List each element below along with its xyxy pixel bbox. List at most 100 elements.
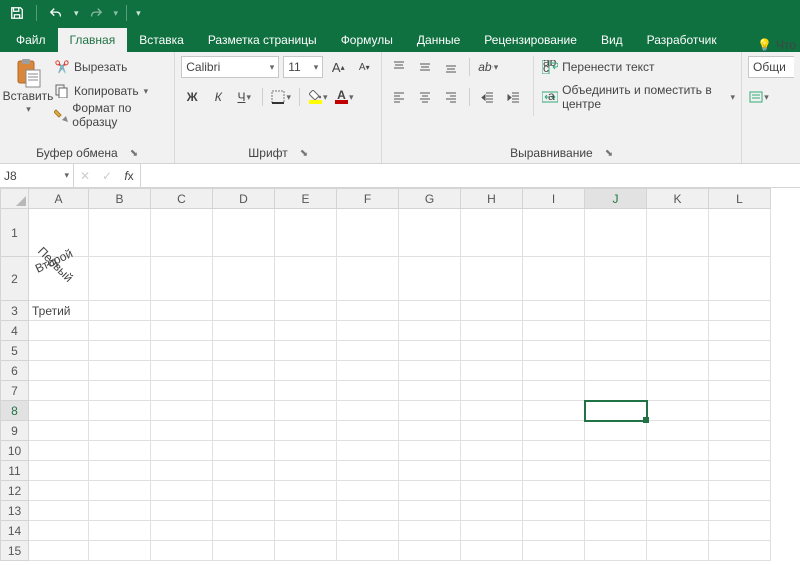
cell[interactable] <box>29 321 89 341</box>
cell[interactable] <box>275 257 337 301</box>
cell[interactable] <box>151 401 213 421</box>
column-header[interactable]: E <box>275 189 337 209</box>
cell[interactable] <box>275 301 337 321</box>
cell[interactable] <box>647 441 709 461</box>
cell[interactable] <box>275 501 337 521</box>
tell-me-label[interactable]: Что <box>776 38 796 52</box>
align-middle-button[interactable] <box>414 56 436 78</box>
number-format-select[interactable]: Общи <box>748 56 794 78</box>
cell[interactable] <box>89 461 151 481</box>
cell[interactable] <box>523 481 585 501</box>
cell[interactable] <box>275 361 337 381</box>
cell[interactable] <box>213 541 275 561</box>
column-header[interactable]: L <box>709 189 771 209</box>
cell[interactable] <box>151 381 213 401</box>
cell[interactable] <box>399 301 461 321</box>
cell[interactable] <box>523 461 585 481</box>
cell[interactable] <box>337 481 399 501</box>
cell[interactable] <box>709 501 771 521</box>
decrease-indent-button[interactable] <box>477 86 499 108</box>
borders-button[interactable]: ▾ <box>270 86 292 108</box>
cell[interactable] <box>709 421 771 441</box>
cell[interactable] <box>337 521 399 541</box>
cell[interactable] <box>461 461 523 481</box>
cell[interactable] <box>89 361 151 381</box>
cell[interactable] <box>29 341 89 361</box>
cell[interactable] <box>585 341 647 361</box>
shrink-font-button[interactable]: A▾ <box>353 56 375 78</box>
cell[interactable] <box>523 541 585 561</box>
increase-indent-button[interactable] <box>503 86 525 108</box>
cell[interactable] <box>275 521 337 541</box>
cell[interactable] <box>709 341 771 361</box>
align-right-button[interactable] <box>440 86 462 108</box>
cell[interactable] <box>585 461 647 481</box>
cell[interactable] <box>461 209 523 257</box>
cell[interactable] <box>29 361 89 381</box>
font-name-select[interactable]: Calibri▾ <box>181 56 279 78</box>
tab-file[interactable]: Файл <box>4 28 58 52</box>
cell[interactable] <box>647 501 709 521</box>
cell[interactable] <box>461 501 523 521</box>
cell[interactable] <box>585 209 647 257</box>
cell[interactable] <box>89 301 151 321</box>
format-painter-button[interactable]: Формат по образцу <box>54 104 168 126</box>
cell[interactable] <box>647 421 709 441</box>
cell[interactable] <box>213 441 275 461</box>
cell[interactable] <box>89 209 151 257</box>
cell[interactable] <box>585 481 647 501</box>
tab-review[interactable]: Рецензирование <box>472 28 589 52</box>
cell[interactable] <box>709 209 771 257</box>
cell[interactable] <box>647 301 709 321</box>
cell[interactable] <box>29 541 89 561</box>
cell[interactable] <box>461 421 523 441</box>
cell[interactable] <box>523 209 585 257</box>
cell[interactable] <box>151 441 213 461</box>
cell[interactable] <box>647 381 709 401</box>
italic-button[interactable]: К <box>207 86 229 108</box>
tab-data[interactable]: Данные <box>405 28 472 52</box>
cell[interactable] <box>399 481 461 501</box>
row-header[interactable]: 13 <box>1 501 29 521</box>
row-header[interactable]: 10 <box>1 441 29 461</box>
cell[interactable] <box>709 257 771 301</box>
cell[interactable] <box>709 361 771 381</box>
cell[interactable] <box>647 257 709 301</box>
cell[interactable] <box>709 301 771 321</box>
cell[interactable] <box>647 341 709 361</box>
paste-button[interactable]: Вставить▾ <box>6 54 50 144</box>
row-header[interactable]: 5 <box>1 341 29 361</box>
cell[interactable] <box>151 361 213 381</box>
grow-font-button[interactable]: A▴ <box>327 56 349 78</box>
cell[interactable] <box>461 441 523 461</box>
font-size-select[interactable]: 11▾ <box>283 56 323 78</box>
underline-button[interactable]: Ч▾ <box>233 86 255 108</box>
cell[interactable] <box>89 401 151 421</box>
cell[interactable] <box>399 209 461 257</box>
cell[interactable] <box>89 541 151 561</box>
cell[interactable] <box>89 481 151 501</box>
cell[interactable] <box>337 301 399 321</box>
cell[interactable] <box>89 381 151 401</box>
cell[interactable] <box>399 521 461 541</box>
tab-page-layout[interactable]: Разметка страницы <box>196 28 329 52</box>
row-header[interactable]: 12 <box>1 481 29 501</box>
cell[interactable] <box>399 441 461 461</box>
cell[interactable] <box>275 461 337 481</box>
align-top-button[interactable] <box>388 56 410 78</box>
cell[interactable] <box>461 401 523 421</box>
cell[interactable] <box>399 341 461 361</box>
cell[interactable] <box>399 257 461 301</box>
save-icon[interactable] <box>6 2 28 24</box>
cell[interactable]: Первый <box>29 209 89 257</box>
cell[interactable] <box>585 501 647 521</box>
cell[interactable] <box>151 257 213 301</box>
column-header[interactable]: B <box>89 189 151 209</box>
cell[interactable] <box>151 321 213 341</box>
cell[interactable] <box>337 341 399 361</box>
cell[interactable] <box>29 401 89 421</box>
cell[interactable] <box>647 209 709 257</box>
font-launcher-icon[interactable]: ⬊ <box>300 148 308 159</box>
row-header[interactable]: 7 <box>1 381 29 401</box>
cell[interactable] <box>585 257 647 301</box>
